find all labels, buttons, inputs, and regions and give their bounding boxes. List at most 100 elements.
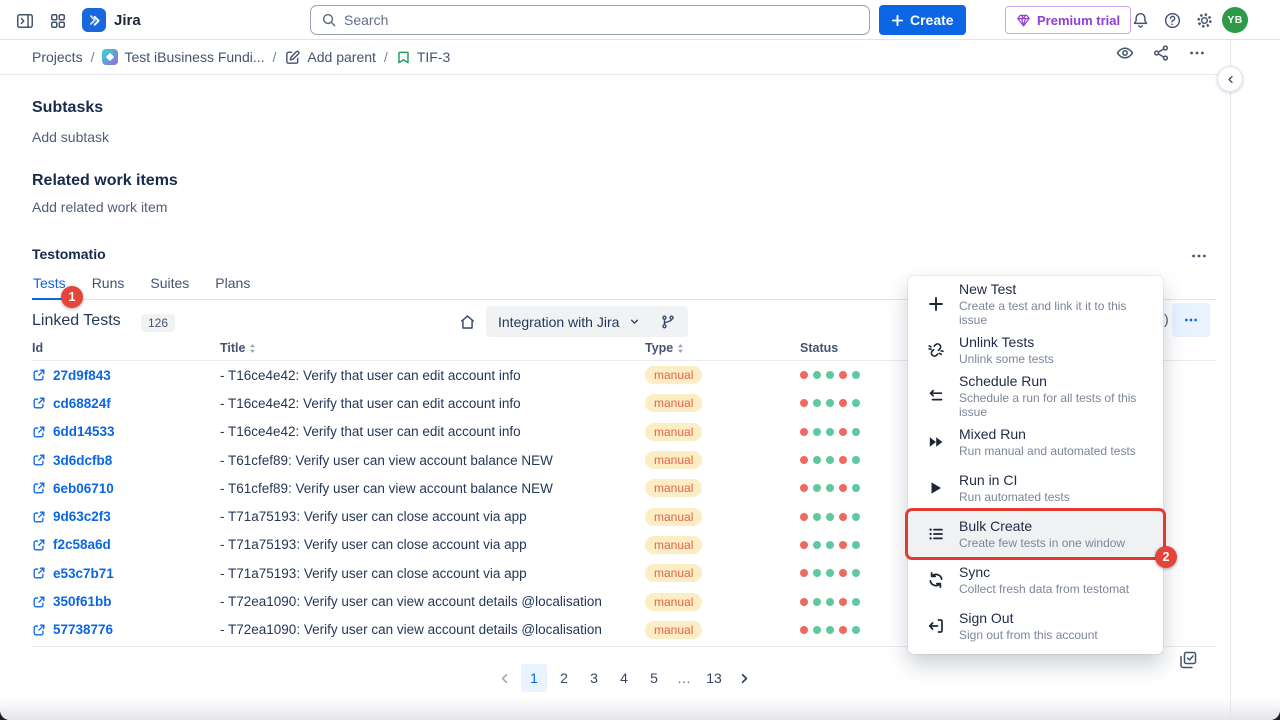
- pagination-page-4[interactable]: 4: [611, 664, 637, 692]
- settings-gear-icon[interactable]: [1192, 8, 1216, 32]
- pagination-next-icon[interactable]: [731, 664, 757, 692]
- external-link-icon: [32, 425, 46, 439]
- external-link-icon: [32, 566, 46, 580]
- bottom-fade: [0, 698, 1280, 720]
- pagination-prev-icon[interactable]: [491, 664, 517, 692]
- breadcrumb-issue-key[interactable]: TIF-3: [396, 49, 450, 65]
- status-dot-pass: [826, 399, 834, 407]
- type-badge: manual: [645, 479, 702, 497]
- project-avatar-icon: [102, 49, 118, 65]
- test-title: - T61cfef89: Verify user can view accoun…: [220, 453, 645, 468]
- home-icon[interactable]: [453, 308, 481, 336]
- breadcrumb-projects[interactable]: Projects: [32, 49, 83, 65]
- status-dot-fail: [800, 456, 808, 464]
- user-avatar[interactable]: YB: [1222, 7, 1248, 33]
- menu-item-unlink-tests[interactable]: Unlink TestsUnlink some tests: [908, 327, 1163, 373]
- edit-pencil-icon: [284, 49, 301, 66]
- project-filter-dropdown[interactable]: Integration with Jira: [486, 306, 688, 337]
- sync-icon: [926, 571, 946, 589]
- premium-trial-button[interactable]: Premium trial: [1005, 6, 1131, 34]
- status-dot-fail: [839, 569, 847, 577]
- status-dot-pass: [813, 598, 821, 606]
- help-icon[interactable]: [1160, 8, 1184, 32]
- type-badge: manual: [645, 621, 702, 639]
- menu-item-title: Run in CI: [959, 472, 1070, 489]
- fast-forward-icon: [926, 433, 946, 451]
- status-dot-pass: [826, 428, 834, 436]
- tab-runs[interactable]: Runs: [91, 275, 126, 299]
- menu-item-run-in-ci[interactable]: Run in CIRun automated tests: [908, 465, 1163, 511]
- testomatio-more-button[interactable]: [1186, 243, 1212, 269]
- linked-tests-count-badge: 126: [141, 314, 175, 332]
- menu-item-new-test[interactable]: New TestCreate a test and link it it to …: [908, 281, 1163, 327]
- test-id-link[interactable]: 27d9f843: [32, 368, 220, 383]
- external-link-icon: [32, 510, 46, 524]
- test-id-link[interactable]: e53c7b71: [32, 566, 220, 581]
- tab-plans[interactable]: Plans: [214, 275, 251, 299]
- status-dot-pass: [826, 569, 834, 577]
- column-header-title[interactable]: Title: [220, 341, 645, 355]
- ellipsis-icon: [1183, 312, 1199, 328]
- menu-item-bulk-create[interactable]: Bulk CreateCreate few tests in one windo…: [908, 511, 1163, 557]
- tab-suites[interactable]: Suites: [149, 275, 190, 299]
- test-id-link[interactable]: 6dd14533: [32, 424, 220, 439]
- annotation-step-2: 2: [1155, 546, 1177, 568]
- test-id-link[interactable]: 350f61bb: [32, 594, 220, 609]
- linked-tests-more-button[interactable]: [1172, 303, 1210, 337]
- menu-item-subtitle: Create a test and link it it to this iss…: [959, 299, 1149, 327]
- add-parent-button[interactable]: Add parent: [284, 49, 376, 66]
- test-id-link[interactable]: 6eb06710: [32, 481, 220, 496]
- status-dot-pass: [852, 541, 860, 549]
- type-badge: manual: [645, 394, 702, 412]
- status-dot-fail: [800, 598, 808, 606]
- more-actions-icon[interactable]: [1184, 40, 1210, 66]
- status-dot-pass: [826, 371, 834, 379]
- sidebar-toggle-icon[interactable]: [14, 10, 36, 32]
- test-id-link[interactable]: 3d6dcfb8: [32, 453, 220, 468]
- test-id-link[interactable]: 57738776: [32, 622, 220, 637]
- add-related-work-item-button[interactable]: Add related work item: [32, 199, 167, 215]
- notifications-bell-icon[interactable]: [1128, 8, 1152, 32]
- bookmark-icon: [396, 50, 411, 65]
- external-link-icon: [32, 623, 46, 637]
- sort-icon: [677, 343, 684, 354]
- pagination-page-2[interactable]: 2: [551, 664, 577, 692]
- pagination-page-3[interactable]: 3: [581, 664, 607, 692]
- add-subtask-button[interactable]: Add subtask: [32, 129, 109, 145]
- menu-item-mixed-run[interactable]: Mixed RunRun manual and automated tests: [908, 419, 1163, 465]
- type-badge: manual: [645, 508, 702, 526]
- search-input[interactable]: [344, 12, 861, 28]
- menu-item-schedule-run[interactable]: Schedule RunSchedule a run for all tests…: [908, 373, 1163, 419]
- app-title: Jira: [114, 12, 141, 29]
- test-id-link[interactable]: cd68824f: [32, 396, 220, 411]
- status-dot-pass: [813, 371, 821, 379]
- share-icon[interactable]: [1148, 40, 1174, 66]
- watch-eye-icon[interactable]: [1112, 40, 1138, 66]
- menu-item-sign-out[interactable]: Sign OutSign out from this account: [908, 603, 1163, 649]
- sort-icon: [249, 343, 256, 354]
- test-id-link[interactable]: f2c58a6d: [32, 537, 220, 552]
- status-dot-pass: [826, 513, 834, 521]
- test-title: - T72ea1090: Verify user can view accoun…: [220, 622, 645, 637]
- column-header-type[interactable]: Type: [645, 341, 795, 355]
- external-link-icon: [32, 481, 46, 495]
- pagination-page-13[interactable]: 13: [701, 664, 727, 692]
- jira-logo[interactable]: Jira: [82, 8, 141, 32]
- create-button[interactable]: Create: [879, 5, 966, 35]
- branch-icon[interactable]: [660, 314, 676, 330]
- menu-item-sync[interactable]: SyncCollect fresh data from testomat: [908, 557, 1163, 603]
- status-dot-fail: [800, 569, 808, 577]
- pagination-page-5[interactable]: 5: [641, 664, 667, 692]
- collapse-panel-button[interactable]: [1217, 66, 1243, 92]
- status-dot-fail: [839, 456, 847, 464]
- test-id-link[interactable]: 9d63c2f3: [32, 509, 220, 524]
- external-link-icon: [32, 453, 46, 467]
- status-dot-fail: [839, 513, 847, 521]
- test-title: - T71a75193: Verify user can close accou…: [220, 509, 645, 524]
- diamond-icon: [1016, 13, 1031, 28]
- app-switcher-icon[interactable]: [48, 11, 68, 31]
- pagination-page-1[interactable]: 1: [521, 664, 547, 692]
- multi-select-icon[interactable]: [1177, 649, 1199, 671]
- breadcrumb-project[interactable]: Test iBusiness Fundi...: [102, 49, 264, 65]
- testomatio-heading: Testomatio: [32, 246, 106, 262]
